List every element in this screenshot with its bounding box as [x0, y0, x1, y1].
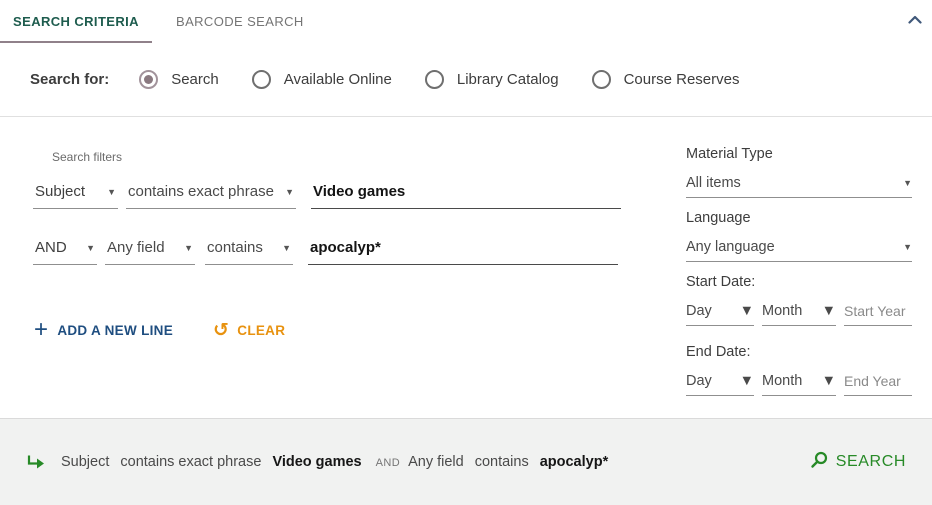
field-select-row2[interactable]: Any field ▼ [105, 239, 195, 265]
search-button-label: SEARCH [836, 453, 906, 471]
end-day-value: Day [686, 373, 712, 389]
start-year-input[interactable] [844, 303, 912, 326]
dropdown-caret-icon: ▼ [740, 373, 754, 389]
summary-boolean: AND [376, 457, 400, 469]
end-date-label: End Date: [686, 344, 912, 360]
end-day-select[interactable]: Day ▼ [686, 373, 754, 396]
end-date-row: Day ▼ Month ▼ [686, 373, 912, 396]
clear-label: CLEAR [237, 323, 285, 338]
tab-barcode-search[interactable]: BARCODE SEARCH [152, 0, 328, 43]
search-term-input-row2[interactable] [308, 239, 618, 265]
radio-unselected-icon [592, 70, 611, 89]
add-new-line-label: ADD A NEW LINE [57, 323, 173, 338]
search-for-label: Search for: [30, 71, 109, 88]
tab-search-criteria-label: SEARCH CRITERIA [13, 14, 139, 29]
query-summary: Subject contains exact phrase Video game… [61, 454, 622, 470]
dropdown-caret-icon: ▼ [285, 187, 294, 197]
summary-value2: apocalyp* [540, 454, 609, 470]
field-select-row2-value: Any field [107, 239, 165, 256]
end-month-value: Month [762, 373, 802, 389]
advanced-search-panel: SEARCH CRITERIA BARCODE SEARCH Search fo… [0, 0, 932, 505]
material-type-value: All items [686, 175, 741, 191]
material-type-label: Material Type [686, 146, 912, 162]
start-month-select[interactable]: Month ▼ [762, 303, 836, 326]
dropdown-caret-icon: ▼ [822, 373, 836, 389]
tab-search-criteria[interactable]: SEARCH CRITERIA [0, 0, 152, 43]
radio-scope-course-reserves-label: Course Reserves [624, 71, 740, 88]
dropdown-caret-icon: ▼ [740, 303, 754, 319]
tab-barcode-search-label: BARCODE SEARCH [176, 14, 304, 29]
end-month-select[interactable]: Month ▼ [762, 373, 836, 396]
query-arrow-icon [26, 454, 46, 470]
material-type-select[interactable]: All items ▼ [686, 175, 912, 198]
end-year-input[interactable] [844, 373, 912, 396]
chevron-up-icon [908, 12, 922, 27]
dropdown-caret-icon: ▼ [282, 243, 291, 253]
dropdown-caret-icon: ▼ [184, 243, 193, 253]
language-label: Language [686, 210, 912, 226]
magnifier-icon [810, 451, 836, 474]
search-scope-row: Search for: Search Available Online Libr… [0, 43, 932, 117]
radio-scope-library-catalog-label: Library Catalog [457, 71, 559, 88]
dropdown-caret-icon: ▼ [822, 303, 836, 319]
tab-bar: SEARCH CRITERIA BARCODE SEARCH [0, 0, 932, 44]
radio-scope-library-catalog[interactable]: Library Catalog [425, 70, 559, 89]
radio-scope-search-label: Search [171, 71, 219, 88]
radio-scope-course-reserves[interactable]: Course Reserves [592, 70, 740, 89]
radio-unselected-icon [425, 70, 444, 89]
field-select-row1-value: Subject [35, 183, 85, 200]
filter-row-1: Subject ▼ contains exact phrase ▼ [33, 183, 621, 209]
clear-button[interactable]: ↺ CLEAR [213, 321, 285, 339]
collapse-panel-button[interactable] [904, 8, 926, 30]
language-select[interactable]: Any language ▼ [686, 239, 912, 262]
operator-select-row2[interactable]: contains ▼ [205, 239, 293, 265]
summary-operator1: contains exact phrase [120, 454, 261, 470]
start-month-value: Month [762, 303, 802, 319]
undo-icon: ↺ [213, 321, 229, 339]
search-filters-caption: Search filters [52, 150, 122, 164]
dropdown-caret-icon: ▼ [903, 242, 912, 252]
start-day-value: Day [686, 303, 712, 319]
start-date-label: Start Date: [686, 274, 912, 290]
radio-scope-available-online-label: Available Online [284, 71, 392, 88]
filter-actions: + ADD A NEW LINE ↺ CLEAR [34, 320, 285, 340]
operator-select-row2-value: contains [207, 239, 263, 256]
summary-field1: Subject [61, 454, 109, 470]
filter-row-2: AND ▼ Any field ▼ contains ▼ [33, 239, 618, 265]
language-value: Any language [686, 239, 775, 255]
boolean-operator-select[interactable]: AND ▼ [33, 239, 97, 265]
summary-field2: Any field [408, 454, 464, 470]
summary-operator2: contains [475, 454, 529, 470]
plus-icon: + [34, 320, 48, 340]
field-select-row1[interactable]: Subject ▼ [33, 183, 118, 209]
dropdown-caret-icon: ▼ [86, 243, 95, 253]
search-button[interactable]: SEARCH [810, 451, 906, 474]
radio-scope-available-online[interactable]: Available Online [252, 70, 392, 89]
summary-value1: Video games [272, 454, 361, 470]
operator-select-row1-value: contains exact phrase [128, 183, 274, 200]
summary-bar: Subject contains exact phrase Video game… [0, 418, 932, 505]
refinement-panel: Material Type All items ▼ Language Any l… [686, 146, 912, 396]
radio-scope-search[interactable]: Search [139, 70, 219, 89]
operator-select-row1[interactable]: contains exact phrase ▼ [126, 183, 296, 209]
dropdown-caret-icon: ▼ [903, 178, 912, 188]
start-day-select[interactable]: Day ▼ [686, 303, 754, 326]
boolean-operator-value: AND [35, 239, 67, 256]
add-new-line-button[interactable]: + ADD A NEW LINE [34, 320, 173, 340]
start-date-row: Day ▼ Month ▼ [686, 303, 912, 326]
dropdown-caret-icon: ▼ [107, 187, 116, 197]
radio-unselected-icon [252, 70, 271, 89]
radio-selected-icon [139, 70, 158, 89]
search-term-input-row1[interactable] [311, 183, 621, 209]
